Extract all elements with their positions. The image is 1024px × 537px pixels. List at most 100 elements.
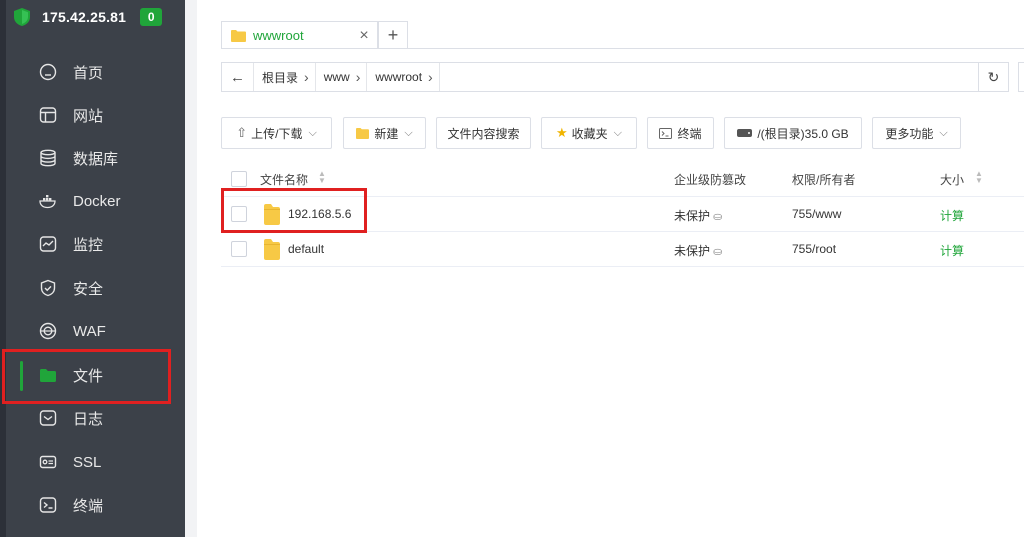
permission[interactable]: 755/root xyxy=(792,242,836,256)
star-icon: ★ xyxy=(555,125,568,140)
upload-icon: ⇧ xyxy=(236,125,248,140)
header-name[interactable]: 文件名称 xyxy=(260,171,308,188)
refresh-button[interactable]: ↻ xyxy=(979,62,1009,92)
close-icon[interactable]: × xyxy=(351,27,377,45)
folder-icon xyxy=(231,29,246,42)
select-all-checkbox[interactable] xyxy=(231,171,247,187)
nav-item-docker[interactable]: Docker xyxy=(6,181,185,221)
chevron-down-icon: ⌵ xyxy=(308,126,317,139)
path-bar: ← 根目录 › www › wwwroot › xyxy=(221,62,979,92)
nav-label: 终端 xyxy=(73,497,104,515)
tab-label: wwwroot xyxy=(253,28,304,43)
button-label: /(根目录)35.0 GB xyxy=(757,126,849,141)
main-gutter xyxy=(185,0,197,537)
ssl-icon xyxy=(38,452,58,472)
nav-label: 监控 xyxy=(73,236,104,254)
new-button[interactable]: 新建 ⌵ xyxy=(343,117,426,149)
upload-download-button[interactable]: ⇧ 上传/下载 ⌵ xyxy=(221,117,332,149)
nav-label: Docker xyxy=(73,192,121,210)
protect-status[interactable]: 未保护 ⛀ xyxy=(674,242,722,259)
nav-label: 首页 xyxy=(73,64,104,82)
breadcrumb-www[interactable]: www › xyxy=(316,63,368,91)
home-icon xyxy=(38,62,58,82)
permission[interactable]: 755/www xyxy=(792,207,841,221)
nav-item-terminal[interactable]: 终端 xyxy=(6,485,185,525)
tab-wwwroot[interactable]: wwwroot × xyxy=(221,21,378,49)
unlock-icon: ⛀ xyxy=(710,211,723,223)
row-checkbox[interactable] xyxy=(231,241,247,257)
table-row[interactable]: default 未保护 ⛀ 755/root 计算 xyxy=(221,232,1024,267)
nav-item-website[interactable]: 网站 xyxy=(6,95,185,135)
server-shield-icon xyxy=(14,8,30,26)
protect-label: 未保护 xyxy=(674,209,711,223)
header-size[interactable]: 大小 xyxy=(940,171,964,188)
nav-label: 安全 xyxy=(73,280,104,298)
header-permission: 权限/所有者 xyxy=(792,173,856,187)
breadcrumb-wwwroot[interactable]: wwwroot › xyxy=(367,63,440,91)
back-arrow-icon[interactable]: ← xyxy=(222,63,254,91)
protect-status[interactable]: 未保护 ⛀ xyxy=(674,207,722,224)
sort-icon[interactable]: ▲ ▼ xyxy=(975,170,983,185)
button-label: 更多功能 xyxy=(885,126,934,141)
file-name[interactable]: default xyxy=(288,242,324,256)
chevron-down-icon: ⌵ xyxy=(939,126,948,139)
nav-label: 数据库 xyxy=(73,150,119,168)
more-functions-button[interactable]: 更多功能 ⌵ xyxy=(872,117,961,149)
size-calc-link[interactable]: 计算 xyxy=(940,207,964,224)
terminal-icon xyxy=(38,495,58,515)
content-search-button[interactable]: 文件内容搜索 xyxy=(436,117,531,149)
unlock-icon: ⛀ xyxy=(710,246,723,258)
header-protect: 企业级防篡改 xyxy=(674,173,747,187)
add-tab-button[interactable]: + xyxy=(378,21,408,49)
waf-icon xyxy=(38,321,58,341)
chevron-right-icon: › xyxy=(428,69,433,85)
log-icon xyxy=(38,408,58,428)
nav-item-ssl[interactable]: SSL xyxy=(6,442,185,482)
button-label: 收藏夹 xyxy=(571,126,608,141)
docker-icon xyxy=(38,191,58,211)
button-label: 新建 xyxy=(374,126,399,141)
server-badge[interactable]: 0 xyxy=(140,8,163,26)
disk-icon xyxy=(737,129,753,137)
protect-label: 未保护 xyxy=(674,244,711,258)
server-ip: 175.42.25.81 xyxy=(42,9,127,25)
database-icon xyxy=(38,148,58,168)
nav-item-monitor[interactable]: 监控 xyxy=(6,224,185,264)
nav-label: WAF xyxy=(73,322,106,340)
nav-label: SSL xyxy=(73,453,102,471)
nav-item-security[interactable]: 安全 xyxy=(6,268,185,308)
nav-label: 日志 xyxy=(73,410,104,428)
size-calc-link[interactable]: 计算 xyxy=(940,242,964,259)
new-folder-icon xyxy=(356,127,370,139)
nav-item-waf[interactable]: WAF xyxy=(6,311,185,351)
nav-item-log[interactable]: 日志 xyxy=(6,398,185,438)
monitor-icon xyxy=(38,234,58,254)
highlight-box-files-nav xyxy=(2,349,171,404)
button-label: 上传/下载 xyxy=(251,126,303,141)
breadcrumb-label: www xyxy=(323,70,350,84)
terminal-button[interactable]: 终端 xyxy=(647,117,714,149)
tab-divider xyxy=(221,48,1024,49)
chevron-right-icon: › xyxy=(355,69,361,85)
website-icon xyxy=(38,105,58,125)
nav-item-database[interactable]: 数据库 xyxy=(6,138,185,178)
highlight-box-folder xyxy=(221,188,367,233)
path-search-box[interactable] xyxy=(1018,62,1024,92)
chevron-down-icon: ⌵ xyxy=(404,126,413,139)
chevron-down-icon: ⌵ xyxy=(613,126,622,139)
sort-icon[interactable]: ▲ ▼ xyxy=(318,170,326,185)
disk-button[interactable]: /(根目录)35.0 GB xyxy=(724,117,862,149)
shield-icon xyxy=(38,278,58,298)
breadcrumb-root[interactable]: 根目录 › xyxy=(254,63,316,91)
breadcrumb-label: 根目录 xyxy=(262,70,299,85)
chevron-right-icon: › xyxy=(304,69,309,85)
button-label: 终端 xyxy=(677,126,702,141)
button-label: 文件内容搜索 xyxy=(447,126,520,141)
favorites-button[interactable]: ★ 收藏夹 ⌵ xyxy=(541,117,637,149)
folder-icon xyxy=(264,239,280,260)
nav-item-home[interactable]: 首页 xyxy=(6,52,185,92)
server-header: 175.42.25.81 0 xyxy=(6,4,163,30)
terminal-icon xyxy=(659,127,673,139)
nav-label: 网站 xyxy=(73,107,104,125)
breadcrumb-label: wwwroot xyxy=(375,70,423,84)
